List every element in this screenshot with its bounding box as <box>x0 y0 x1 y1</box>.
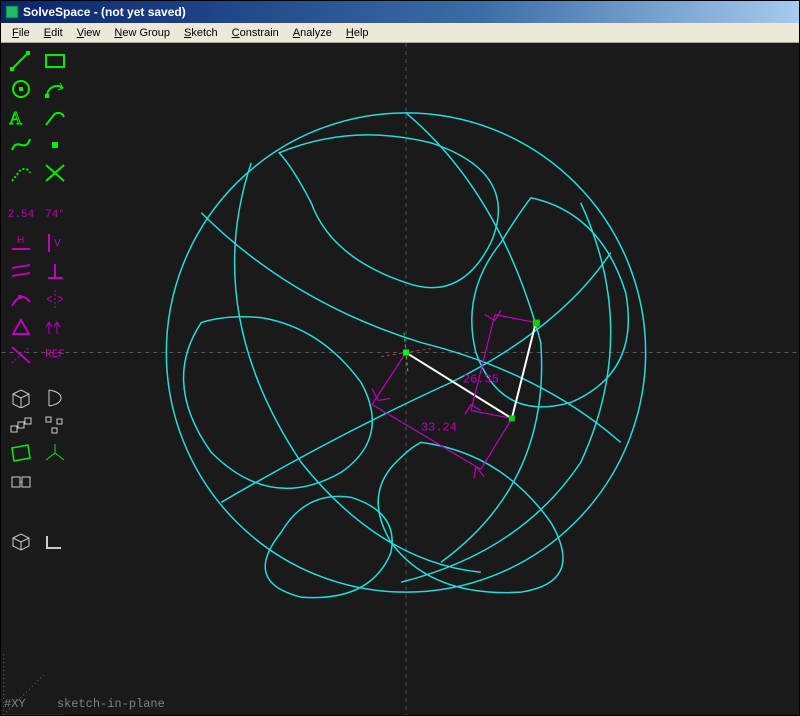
menu-constrain[interactable]: Constrain <box>225 26 286 40</box>
other-constraint-icon[interactable] <box>7 343 35 367</box>
menu-file[interactable]: File <box>5 26 37 40</box>
orientation-constraint-icon[interactable] <box>41 315 69 339</box>
parallel-constraint-icon[interactable] <box>7 259 35 283</box>
dim-label-2: 33.24 <box>421 420 457 434</box>
svg-text:H: H <box>17 235 24 246</box>
menu-sketch[interactable]: Sketch <box>177 26 225 40</box>
bezier-icon[interactable] <box>7 133 35 157</box>
menu-edit[interactable]: Edit <box>37 26 70 40</box>
point-icon[interactable] <box>41 133 69 157</box>
rect-icon[interactable] <box>41 49 69 73</box>
step-translate-icon[interactable] <box>7 413 35 437</box>
text-icon[interactable]: A <box>7 105 35 129</box>
dimension-lines <box>372 311 536 479</box>
equal-constraint-icon[interactable] <box>7 315 35 339</box>
distance-constraint-icon[interactable]: 2.54 <box>7 203 35 227</box>
sketch-in-plane-icon[interactable] <box>7 441 35 465</box>
circle-icon[interactable] <box>7 77 35 101</box>
svg-text:V: V <box>54 238 61 249</box>
tangent-arc-icon[interactable] <box>41 105 69 129</box>
extrude-icon[interactable] <box>7 385 35 409</box>
canvas[interactable]: 26.35 33.24 <box>1 43 799 715</box>
perpendicular-constraint-icon[interactable] <box>41 259 69 283</box>
content-area: 26.35 33.24 A <box>1 43 799 715</box>
menu-analyze[interactable]: Analyze <box>286 26 339 40</box>
app-window: SolveSpace - (not yet saved) File Edit V… <box>0 0 800 716</box>
assemble-icon[interactable] <box>7 469 35 493</box>
placeholder-icon <box>41 469 69 493</box>
menu-new-group[interactable]: New Group <box>107 26 177 40</box>
point-on-constraint-icon[interactable] <box>7 287 35 311</box>
construction-icon[interactable] <box>7 161 35 185</box>
reference-constraint-icon[interactable]: REF <box>41 343 69 367</box>
app-icon <box>5 5 19 19</box>
dim-label-1: 26.35 <box>463 372 499 386</box>
titlebar[interactable]: SolveSpace - (not yet saved) <box>1 1 799 23</box>
arc-icon[interactable] <box>41 77 69 101</box>
toolbar: A 2.54 74° H V <box>1 43 83 715</box>
symmetric-constraint-icon[interactable] <box>41 287 69 311</box>
menu-view[interactable]: View <box>70 26 108 40</box>
step-rotate-icon[interactable] <box>41 413 69 437</box>
svg-text:A: A <box>9 108 22 128</box>
window-title: SolveSpace - (not yet saved) <box>23 5 186 19</box>
horizontal-constraint-icon[interactable]: H <box>7 231 35 255</box>
vertical-constraint-icon[interactable]: V <box>41 231 69 255</box>
menu-help[interactable]: Help <box>339 26 376 40</box>
menubar: File Edit View New Group Sketch Constrai… <box>1 23 799 43</box>
split-icon[interactable] <box>41 161 69 185</box>
line-icon[interactable] <box>7 49 35 73</box>
ortho-view-icon[interactable] <box>41 529 69 553</box>
white-segments <box>406 323 536 419</box>
grid-axes <box>2 43 799 715</box>
lathe-icon[interactable] <box>41 385 69 409</box>
sketch-in-3d-icon[interactable] <box>41 441 69 465</box>
angle-constraint-icon[interactable]: 74° <box>41 203 69 227</box>
iso-view-icon[interactable] <box>7 529 35 553</box>
